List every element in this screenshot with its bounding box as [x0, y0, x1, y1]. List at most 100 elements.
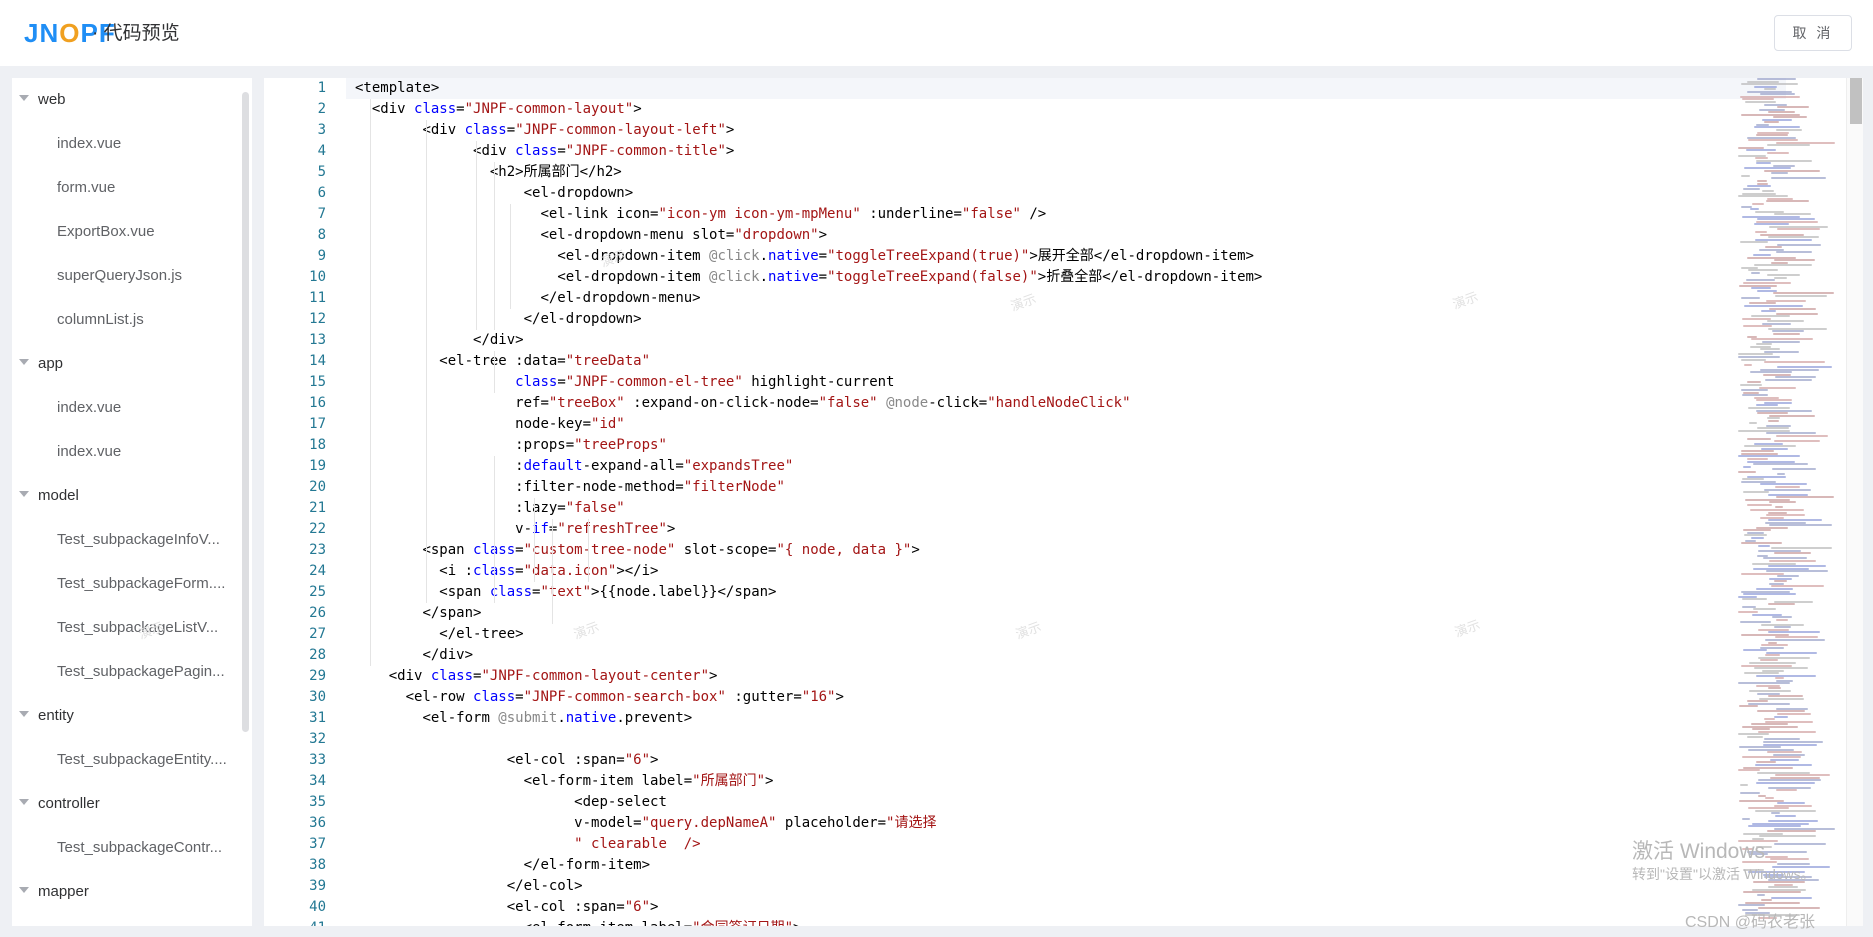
code-line[interactable]: 34 <el-form-item label="所属部门">	[264, 771, 1734, 792]
code-line[interactable]: 41 <el-form-item label="合同签订日期">	[264, 918, 1734, 926]
sidebar-scrollbar[interactable]	[242, 92, 249, 732]
code-token: :	[515, 458, 524, 474]
code-token: =	[818, 248, 828, 264]
code-line[interactable]: 3 <div class="JNPF-common-layout-left">	[264, 120, 1734, 141]
tree-file-label: index.vue	[57, 443, 122, 460]
tree-file-item[interactable]: superQueryJson.js	[12, 254, 242, 298]
tree-folder-controller[interactable]: controller	[12, 782, 242, 826]
code-line[interactable]: 33 <el-col :span="6">	[264, 750, 1734, 771]
tree-folder-web[interactable]: web	[12, 78, 242, 122]
code-line[interactable]: 1 <template>	[264, 78, 1734, 99]
code-token: "合同签订日期"	[692, 920, 793, 926]
code-token: "handleNodeClick"	[987, 395, 1131, 411]
tree-file-item[interactable]: Test_subpackageEntity....	[12, 738, 242, 782]
code-line[interactable]: 30 <el-row class="JNPF-common-search-box"…	[264, 687, 1734, 708]
code-line[interactable]: 32	[264, 729, 1734, 750]
tree-folder-model[interactable]: model	[12, 474, 242, 518]
tree-file-item[interactable]: Test_subpackageContr...	[12, 826, 242, 870]
code-line[interactable]: 28 </div>	[264, 645, 1734, 666]
code-line[interactable]: 10 <el-dropdown-item @click.native="toggl…	[264, 267, 1734, 288]
code-line[interactable]: 11 </el-dropdown-menu>	[264, 288, 1734, 309]
code-line[interactable]: 40 <el-col :span="6">	[264, 897, 1734, 918]
code-text: </span>	[422, 603, 481, 624]
code-line[interactable]: 6 <el-dropdown>	[264, 183, 1734, 204]
line-number: 26	[309, 605, 326, 621]
tree-folder-entity[interactable]: entity	[12, 694, 242, 738]
code-token: >折叠全部</el-dropdown-item>	[1037, 269, 1263, 285]
caret-down-icon	[19, 887, 29, 893]
code-token: "{ node, data }"	[776, 542, 912, 558]
cancel-button[interactable]: 取 消	[1774, 15, 1852, 51]
editor-vertical-scrollbar[interactable]	[1846, 78, 1863, 926]
minimap-line	[1756, 781, 1815, 784]
line-number: 11	[309, 290, 326, 306]
tree-file-item[interactable]: index.vue	[12, 122, 242, 166]
code-token: >	[650, 752, 659, 768]
caret-down-icon	[19, 491, 29, 497]
code-line[interactable]: 19:default-expand-all="expandsTree"	[264, 456, 1734, 477]
line-number: 22	[309, 521, 326, 537]
code-editor[interactable]: 1 <template> 2 <div class="JNPF-common-layo…	[264, 78, 1863, 926]
code-line[interactable]: 35 <dep-select	[264, 792, 1734, 813]
code-text: </el-form-item>	[524, 855, 650, 876]
tree-file-item[interactable]: Test_subpackageForm....	[12, 562, 242, 606]
code-line[interactable]: 20:filter-node-method="filterNode"	[264, 477, 1734, 498]
code-area[interactable]: 1 <template> 2 <div class="JNPF-common-layo…	[264, 78, 1786, 926]
code-text: <el-form-item label="所属部门">	[524, 771, 774, 792]
code-line[interactable]: 17 node-key="id"	[264, 414, 1734, 435]
code-line[interactable]: 13 </div>	[264, 330, 1734, 351]
code-line[interactable]: 22 v-if="refreshTree">	[264, 519, 1734, 540]
tree-file-item[interactable]: Test_subpackagePagin...	[12, 650, 242, 694]
code-token: =	[515, 542, 524, 558]
code-line[interactable]: 21:lazy="false"	[264, 498, 1734, 519]
code-line[interactable]: 8 <el-dropdown-menu slot="dropdown">	[264, 225, 1734, 246]
code-line[interactable]: 25 <span class="text">{{node.label}}</spa…	[264, 582, 1734, 603]
minimap-line	[1741, 450, 1774, 453]
code-line[interactable]: 27 </el-tree>	[264, 624, 1734, 645]
code-line[interactable]: 38 </el-form-item>	[264, 855, 1734, 876]
tree-folder-mapper[interactable]: mapper	[12, 870, 242, 914]
tree-folder-app[interactable]: app	[12, 342, 242, 386]
code-line[interactable]: 18:props="treeProps"	[264, 435, 1734, 456]
code-line[interactable]: 24 <i :class="data.icon"></i>	[264, 561, 1734, 582]
minimap-line	[1761, 899, 1772, 902]
code-text: :default-expand-all="expandsTree"	[515, 456, 793, 477]
code-line[interactable]: 7 <el-link icon="icon-ym icon-ym-mpMenu" …	[264, 204, 1734, 225]
code-line[interactable]: 2 <div class="JNPF-common-layout">	[264, 99, 1734, 120]
code-line[interactable]: 31 <el-form @submit.native.prevent>	[264, 708, 1734, 729]
code-line[interactable]: 37 " clearable />	[264, 834, 1734, 855]
code-line[interactable]: 29 <div class="JNPF-common-layout-center"…	[264, 666, 1734, 687]
code-line[interactable]: 9 <el-dropdown-item @click.native="toggle…	[264, 246, 1734, 267]
minimap-line	[1748, 269, 1778, 272]
code-minimap[interactable]	[1734, 78, 1842, 926]
minimap-line	[1753, 463, 1808, 466]
tree-file-item[interactable]: index.vue	[12, 430, 242, 474]
tree-file-item[interactable]: ExportBox.vue	[12, 210, 242, 254]
minimap-line	[1774, 552, 1811, 555]
code-line[interactable]: 26 </span>	[264, 603, 1734, 624]
minimap-line	[1758, 544, 1770, 547]
minimap-line	[1767, 144, 1810, 147]
code-line[interactable]: 16 ref="treeBox" :expand-on-click-node="f…	[264, 393, 1734, 414]
code-line[interactable]: 5 <h2>所属部门</h2>	[264, 162, 1734, 183]
tree-file-item[interactable]: columnList.js	[12, 298, 242, 342]
tree-file-item[interactable]: Test_subpackageListV...	[12, 606, 242, 650]
editor-scrollbar-thumb[interactable]	[1850, 78, 1862, 124]
code-line[interactable]: 15 class="JNPF-common-el-tree" highlight-…	[264, 372, 1734, 393]
minimap-line	[1755, 157, 1768, 160]
minimap-line	[1748, 139, 1798, 142]
code-line[interactable]: 4 <div class="JNPF-common-title">	[264, 141, 1734, 162]
minimap-line	[1744, 363, 1752, 366]
tree-file-item[interactable]: form.vue	[12, 166, 242, 210]
tree-file-item[interactable]: Test_subpackageInfoV...	[12, 518, 242, 562]
code-text: class="JNPF-common-el-tree" highlight-cu…	[515, 372, 894, 393]
indent-guide	[426, 120, 427, 603]
code-line[interactable]: 23 <span class="custom-tree-node" slot-sc…	[264, 540, 1734, 561]
code-line[interactable]: 12 </el-dropdown>	[264, 309, 1734, 330]
tree-file-item[interactable]: index.vue	[12, 386, 242, 430]
code-line[interactable]: 36 v-model="query.depNameA" placeholder="…	[264, 813, 1734, 834]
code-line[interactable]: 39 </el-col>	[264, 876, 1734, 897]
code-line[interactable]: 14 <el-tree :data="treeData"	[264, 351, 1734, 372]
code-text: <el-dropdown-menu slot="dropdown">	[540, 225, 827, 246]
code-token: "JNPF-common-search-box"	[523, 689, 726, 705]
